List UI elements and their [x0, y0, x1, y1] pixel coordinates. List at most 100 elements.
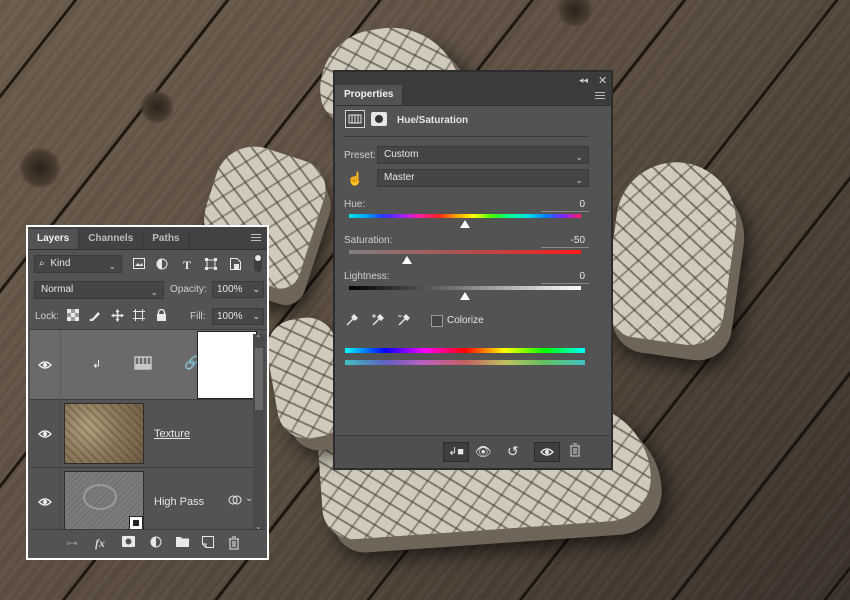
folder-icon[interactable] [174, 536, 190, 550]
vertical-divider [60, 400, 61, 468]
chevron-down-icon: ⌄ [575, 175, 583, 185]
image-filter-icon[interactable] [132, 258, 146, 272]
tab-layers[interactable]: Layers [28, 229, 80, 249]
saturation-slider-track[interactable] [349, 250, 581, 254]
opacity-value: 100% [217, 284, 243, 295]
output-color-bar [345, 360, 585, 365]
smart-object-filter-icon[interactable] [228, 258, 242, 272]
panel-menu-icon[interactable] [251, 234, 261, 242]
collapse-icon[interactable]: ◂◂ [579, 75, 588, 86]
layers-tab-bar: Layers Channels Paths [28, 227, 267, 250]
eye-icon[interactable] [38, 360, 54, 370]
layer-row-hue-saturation[interactable]: ↲ 🔗 [30, 330, 256, 400]
close-icon[interactable]: ✕ [598, 74, 607, 87]
new-adjustment-icon[interactable] [148, 536, 164, 550]
tab-properties[interactable]: Properties [335, 85, 404, 105]
mask-icon[interactable] [120, 536, 136, 550]
cracked-letter-shape [600, 154, 744, 350]
trash-icon[interactable] [569, 443, 581, 460]
chevron-down-icon: ⌄ [252, 311, 260, 321]
high-pass-layer-thumbnail [64, 471, 144, 531]
fill-field[interactable]: 100% ⌄ [212, 308, 264, 325]
lock-label: Lock: [35, 311, 59, 322]
colorize-checkbox[interactable] [431, 315, 443, 327]
input-color-bar [345, 348, 585, 353]
shape-filter-icon[interactable] [204, 258, 218, 272]
eyedropper-plus-icon[interactable] [371, 313, 385, 327]
reset-icon[interactable]: ↺ [507, 443, 519, 460]
lock-position-icon[interactable] [110, 309, 124, 323]
fx-icon[interactable]: fx [92, 536, 108, 550]
opacity-label: Opacity: [170, 284, 207, 295]
filter-toggle-switch[interactable] [254, 254, 262, 272]
chevron-down-icon: ⌄ [108, 261, 116, 271]
type-filter-icon[interactable]: T [180, 258, 194, 272]
layer-name[interactable]: Texture [154, 428, 190, 440]
layer-row-texture[interactable]: Texture [30, 400, 254, 468]
wood-knot [140, 90, 174, 124]
lock-transparent-pixels-icon[interactable] [66, 309, 80, 323]
eyedropper-icon[interactable] [345, 313, 359, 327]
tab-paths[interactable]: Paths [143, 229, 190, 249]
eye-icon[interactable] [38, 429, 54, 439]
lock-all-icon[interactable] [154, 308, 168, 323]
properties-footer: ↲■ 👁 ↺ [335, 435, 611, 468]
blend-mode-value: Normal [41, 284, 74, 295]
preset-dropdown[interactable]: Custom ⌄ [377, 146, 589, 164]
scrollbar-thumb[interactable] [255, 348, 263, 410]
layer-row-high-pass[interactable]: High Pass ⌄ [30, 468, 254, 534]
saturation-value-field[interactable]: -50 [541, 235, 589, 248]
lock-artboard-icon[interactable] [132, 309, 146, 323]
clip-to-layer-icon[interactable]: ↲■ [443, 442, 469, 462]
fill-label: Fill: [190, 311, 206, 322]
hue-slider-knob[interactable] [460, 220, 470, 228]
channel-dropdown[interactable]: Master ⌄ [377, 169, 589, 187]
lightness-label: Lightness: [344, 271, 390, 282]
adjustment-layer-icon[interactable] [345, 110, 365, 128]
hue-value-field[interactable]: 0 [541, 199, 589, 212]
vertical-divider [60, 468, 61, 534]
lock-image-pixels-icon[interactable] [88, 309, 102, 323]
search-icon: ⌕ [39, 258, 45, 269]
new-layer-icon[interactable] [200, 536, 216, 550]
chevron-down-icon: ⌄ [575, 152, 583, 162]
hue-slider-track[interactable] [349, 214, 581, 218]
preset-value: Custom [384, 149, 419, 160]
opacity-field[interactable]: 100% ⌄ [212, 281, 264, 298]
chevron-down-icon: ⌄ [252, 284, 260, 294]
filter-kind-dropdown[interactable]: ⌕ Kind ⌄ [34, 255, 122, 273]
tab-channels[interactable]: Channels [79, 229, 144, 249]
wood-knot [555, 0, 595, 26]
clipping-arrow-icon: ↲ [92, 359, 102, 371]
lightness-value-field[interactable]: 0 [541, 271, 589, 284]
layer-mask-thumbnail[interactable] [198, 332, 256, 398]
link-icon[interactable]: ⊶ [64, 536, 80, 550]
scroll-up-icon[interactable]: ⌃ [255, 334, 262, 343]
hue-label: Hue: [344, 199, 366, 210]
trash-icon[interactable] [226, 536, 242, 550]
blend-mode-dropdown[interactable]: Normal ⌄ [34, 281, 164, 299]
view-previous-state-icon[interactable]: 👁 [475, 444, 492, 460]
targeted-adjustment-hand-icon[interactable]: ☝ [347, 171, 363, 187]
smart-filters-icon[interactable] [228, 494, 242, 509]
saturation-slider-knob[interactable] [402, 256, 412, 264]
layer-name[interactable]: High Pass [154, 496, 204, 508]
toggle-visibility-icon[interactable] [534, 442, 560, 462]
mask-icon[interactable] [371, 112, 387, 126]
saturation-label: Saturation: [344, 235, 393, 246]
divider [343, 136, 589, 137]
vertical-divider [60, 330, 61, 400]
hue-saturation-adjustment-icon [134, 355, 152, 374]
lightness-slider-knob[interactable] [460, 292, 470, 300]
wood-knot [18, 148, 62, 188]
panel-menu-icon[interactable] [595, 92, 605, 100]
lightness-slider-track[interactable] [349, 286, 581, 290]
layers-scrollbar[interactable]: ⌃ ⌄ [253, 334, 265, 531]
eyedropper-minus-icon[interactable] [397, 313, 411, 327]
adjustment-filter-icon[interactable] [155, 258, 169, 272]
preset-label: Preset: [344, 150, 376, 161]
adjustment-title: Hue/Saturation [397, 115, 469, 126]
eye-icon[interactable] [38, 497, 54, 507]
layers-footer: ⊶ fx [30, 529, 265, 556]
channel-value: Master [384, 172, 415, 183]
